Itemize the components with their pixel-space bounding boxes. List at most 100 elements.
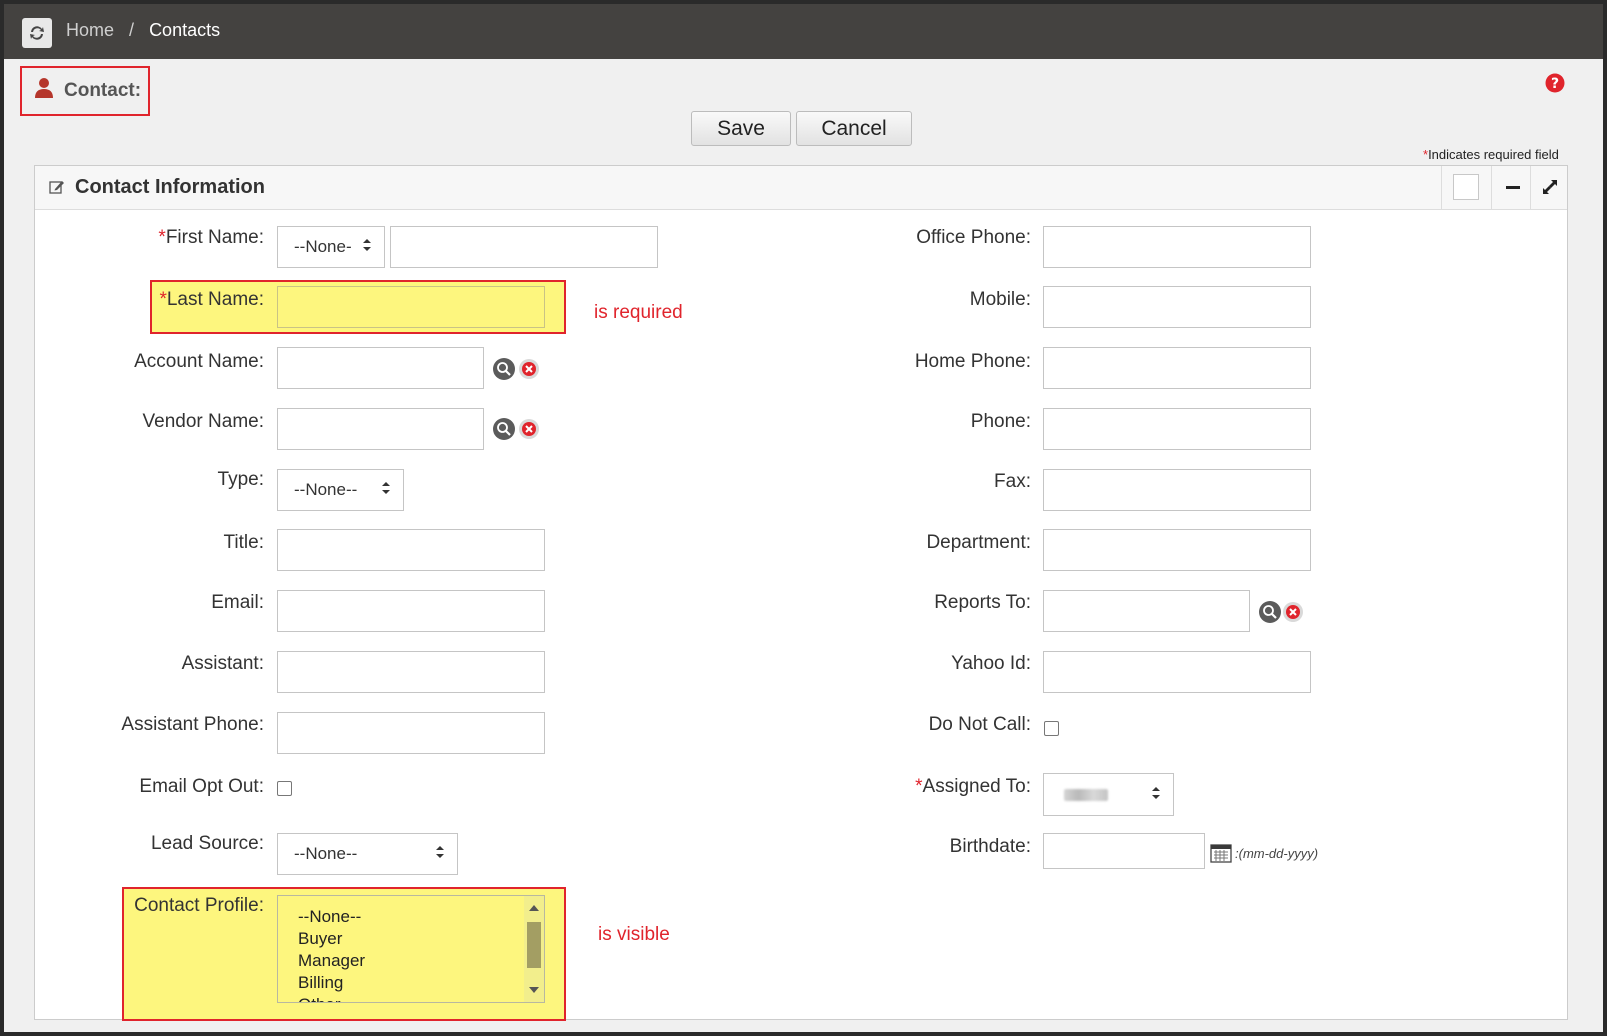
mobile-input[interactable] xyxy=(1043,286,1311,328)
help-icon[interactable]: ? xyxy=(1545,73,1565,98)
vendor-name-label: Vendor Name: xyxy=(142,411,264,432)
mobile-label: Mobile: xyxy=(969,289,1031,310)
first-name-input[interactable] xyxy=(390,226,658,268)
yahoo-id-input[interactable] xyxy=(1043,651,1311,693)
save-button[interactable]: Save xyxy=(691,111,791,146)
header-divider xyxy=(1441,166,1442,210)
select-arrows-icon xyxy=(1151,785,1161,805)
email-label: Email: xyxy=(211,592,264,613)
select-arrows-icon xyxy=(435,844,445,864)
clear-icon[interactable] xyxy=(518,418,540,445)
required-star: * xyxy=(158,227,166,248)
title-label: Title: xyxy=(223,532,264,553)
list-item[interactable]: Manager xyxy=(278,950,544,972)
department-input[interactable] xyxy=(1043,529,1311,571)
list-item[interactable]: --None-- xyxy=(278,906,544,928)
email-opt-out-checkbox[interactable] xyxy=(277,781,292,796)
required-note-text: Indicates required field xyxy=(1428,147,1559,162)
assistant-label: Assistant: xyxy=(181,653,264,674)
assistant-phone-label: Assistant Phone: xyxy=(121,714,264,735)
required-annotation: is required xyxy=(594,302,683,323)
breadcrumb-home-link[interactable]: Home xyxy=(66,20,114,40)
do-not-call-label: Do Not Call: xyxy=(928,714,1031,735)
assigned-to-select[interactable] xyxy=(1043,773,1174,816)
search-icon[interactable] xyxy=(1258,600,1282,629)
required-field-note: *Indicates required field xyxy=(1423,147,1559,162)
account-name-input[interactable] xyxy=(277,347,484,389)
assistant-input[interactable] xyxy=(277,651,545,693)
page-title-text: Contact: xyxy=(64,80,142,101)
phone-input[interactable] xyxy=(1043,408,1311,450)
header-divider xyxy=(1530,166,1531,210)
scroll-down-icon[interactable] xyxy=(528,986,540,994)
edit-icon xyxy=(49,179,65,200)
page-title: Contact: xyxy=(20,66,150,116)
do-not-call-checkbox[interactable] xyxy=(1044,721,1059,736)
vendor-name-input[interactable] xyxy=(277,408,484,450)
home-phone-input[interactable] xyxy=(1043,347,1311,389)
minimize-icon[interactable] xyxy=(1505,179,1521,200)
panel-title: Contact Information xyxy=(75,176,265,198)
list-item[interactable]: Billing xyxy=(278,972,544,994)
list-item[interactable]: Buyer xyxy=(278,928,544,950)
salutation-select[interactable]: --None- xyxy=(277,226,385,268)
last-name-label: *Last Name: xyxy=(159,289,264,311)
select-arrows-icon xyxy=(381,480,391,500)
select-arrows-icon xyxy=(362,237,372,257)
visible-annotation: is visible xyxy=(598,924,670,945)
date-format-hint: :(mm-dd-yyyy) xyxy=(1235,846,1319,861)
clear-icon[interactable] xyxy=(1282,601,1304,628)
person-icon xyxy=(34,77,54,105)
panel-checkbox[interactable] xyxy=(1453,174,1479,200)
required-star: * xyxy=(159,289,167,310)
required-star: * xyxy=(915,776,923,797)
last-name-input[interactable] xyxy=(277,286,545,328)
type-select[interactable]: --None-- xyxy=(277,469,404,511)
birthdate-label: Birthdate: xyxy=(949,836,1031,857)
lead-source-select[interactable]: --None-- xyxy=(277,833,458,875)
fax-label: Fax: xyxy=(994,471,1031,492)
contact-profile-label: Contact Profile: xyxy=(134,895,264,916)
reports-to-label: Reports To: xyxy=(934,592,1031,613)
title-input[interactable] xyxy=(277,529,545,571)
home-phone-label: Home Phone: xyxy=(914,351,1031,372)
search-icon[interactable] xyxy=(492,357,516,386)
panel-header: Contact Information xyxy=(35,166,1567,210)
list-item[interactable]: Other xyxy=(278,994,544,1002)
assigned-to-label: *Assigned To: xyxy=(915,776,1031,798)
search-icon[interactable] xyxy=(492,417,516,446)
fax-input[interactable] xyxy=(1043,469,1311,511)
cancel-button[interactable]: Cancel xyxy=(796,111,912,146)
contact-profile-listbox[interactable]: --None-- Buyer Manager Billing Other xyxy=(277,895,545,1003)
email-input[interactable] xyxy=(277,590,545,632)
first-name-label: *First Name: xyxy=(158,227,264,249)
salutation-value: --None- xyxy=(294,237,352,256)
lead-source-label: Lead Source: xyxy=(150,833,264,854)
expand-icon[interactable] xyxy=(1541,178,1559,201)
last-name-label-text: Last Name: xyxy=(166,289,264,310)
office-phone-input[interactable] xyxy=(1043,226,1311,268)
scrollbar-thumb[interactable] xyxy=(527,922,541,968)
breadcrumb-separator: / xyxy=(129,20,135,40)
birthdate-input[interactable] xyxy=(1043,833,1205,869)
scroll-up-icon[interactable] xyxy=(528,904,540,912)
svg-text:?: ? xyxy=(1551,76,1559,92)
refresh-menu-icon[interactable] xyxy=(22,18,52,48)
lead-source-value: --None-- xyxy=(294,844,358,863)
breadcrumb-current: Contacts xyxy=(149,20,221,40)
reports-to-input[interactable] xyxy=(1043,590,1250,632)
listbox-scrollbar[interactable] xyxy=(524,896,544,1002)
breadcrumb: Home / Contacts xyxy=(66,20,220,41)
clear-icon[interactable] xyxy=(518,358,540,385)
email-opt-out-label: Email Opt Out: xyxy=(139,776,264,797)
yahoo-id-label: Yahoo Id: xyxy=(951,653,1031,674)
phone-label: Phone: xyxy=(970,411,1031,432)
top-navigation-bar: Home / Contacts xyxy=(4,4,1603,59)
assigned-user-blurred xyxy=(1064,788,1108,801)
calendar-icon[interactable] xyxy=(1210,843,1232,868)
listbox-options: --None-- Buyer Manager Billing Other xyxy=(278,896,544,1002)
type-value: --None-- xyxy=(294,480,358,499)
header-divider xyxy=(1491,166,1492,210)
department-label: Department: xyxy=(926,532,1031,553)
assistant-phone-input[interactable] xyxy=(277,712,545,754)
